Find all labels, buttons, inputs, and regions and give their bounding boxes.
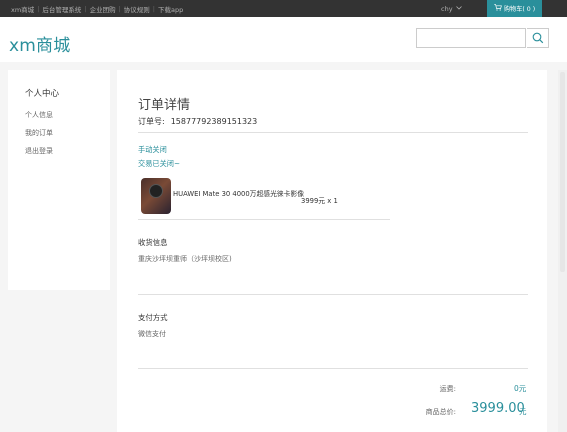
divider: | [37, 4, 40, 13]
payment-title: 支付方式 [138, 313, 168, 322]
username: chy [441, 4, 453, 13]
sidebar-item-orders[interactable]: 我的订单 [25, 128, 53, 138]
sidebar-item-logout[interactable]: 退出登录 [25, 146, 53, 156]
order-number-label: 订单号: [138, 117, 165, 126]
page-title: 订单详情 [138, 98, 191, 113]
scrollbar-thumb[interactable] [560, 72, 565, 272]
divider [138, 294, 528, 295]
total-unit: 元 [519, 407, 527, 416]
order-number-value: 15877792389151323 [170, 117, 258, 126]
user-menu[interactable]: chy [441, 0, 462, 17]
total-amount: 3999.00 [471, 401, 525, 416]
search-input[interactable] [416, 28, 526, 48]
divider [138, 368, 528, 369]
divider [138, 219, 390, 220]
divider: | [84, 4, 87, 13]
top-link-agreement[interactable]: 协议规则 [124, 4, 150, 14]
search-button[interactable] [527, 28, 549, 48]
camera-module [149, 184, 163, 198]
top-link-home[interactable]: xm商城 [11, 4, 34, 14]
cart-label: 购物车( 0 ) [503, 6, 536, 13]
shipping-address: 重庆沙坪坝重师（沙坪坝校区) [138, 255, 232, 263]
product-image[interactable] [141, 178, 171, 214]
payment-method: 微信支付 [138, 330, 166, 338]
shipping-title: 收货信息 [138, 238, 168, 247]
order-number: 订单号: 15877792389151323 [138, 116, 257, 127]
order-detail-panel: 订单详情 订单号: 15877792389151323 手动关闭 交易已关闭~ H… [117, 70, 547, 432]
shipping-fee-value: 0元 [514, 384, 527, 393]
cart-button[interactable]: 购物车( 0 ) [487, 0, 542, 17]
top-nav: xm商城 | 后台管理系统 | 企业团购 | 协议规则 | 下载app [11, 0, 183, 17]
divider [138, 132, 528, 133]
top-link-group-buy[interactable]: 企业团购 [90, 4, 116, 14]
top-link-admin[interactable]: 后台管理系统 [42, 4, 81, 14]
top-link-download-app[interactable]: 下载app [158, 4, 183, 14]
order-status-detail: 交易已关闭~ [138, 159, 180, 168]
chevron-down-icon [455, 5, 462, 12]
shipping-fee-label: 运费: [439, 385, 456, 393]
divider: | [118, 4, 121, 13]
order-status: 手动关闭 [138, 145, 167, 154]
product-price-quantity: 3999元 x 1 [301, 197, 338, 205]
total-label: 商品总价: [425, 408, 456, 416]
sidebar-title: 个人中心 [25, 89, 60, 99]
sidebar-item-profile[interactable]: 个人信息 [25, 110, 53, 120]
cart-icon [494, 4, 504, 13]
divider: | [152, 4, 155, 13]
sidebar: 个人中心 个人信息 我的订单 退出登录 [8, 70, 110, 290]
search-icon [532, 29, 544, 48]
product-name[interactable]: HUAWEI Mate 30 4000万超感光徕卡影像 [173, 190, 308, 200]
site-logo[interactable]: xm商城 [9, 31, 70, 56]
